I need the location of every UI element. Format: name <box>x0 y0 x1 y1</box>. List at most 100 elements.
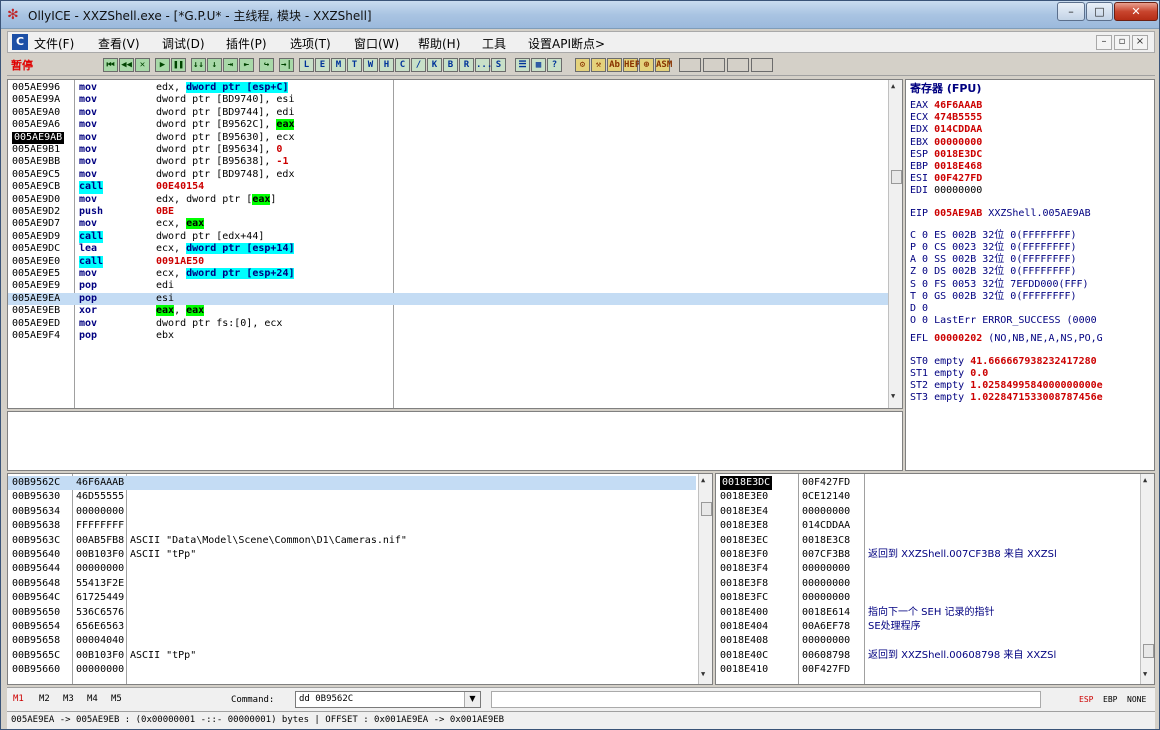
memory-window-button[interactable]: M <box>331 58 346 72</box>
disasm-row[interactable]: 005AE9D9 call dword ptr [edx+44] <box>8 230 888 244</box>
scroll-thumb[interactable] <box>891 170 902 184</box>
dump-row[interactable]: 00B9565C 00B103F0 ASCII "tPp" <box>8 649 696 663</box>
disasm-row[interactable]: 005AE9E9 pop edi <box>8 280 888 292</box>
run-trace-window-button[interactable]: ... <box>475 58 492 72</box>
disasm-row[interactable]: 005AE9E5 mov ecx, dword ptr [esp+24] <box>8 268 888 280</box>
cpu-window-icon[interactable]: C <box>12 34 28 50</box>
scroll-down-icon[interactable]: ▼ <box>891 392 895 400</box>
stack-row[interactable]: 0018E400 0018E614 指向下一个 SEH 记录的指针 <box>716 606 1140 620</box>
stack-row[interactable]: 0018E410 00F427FD <box>716 663 1140 677</box>
step-over-icon[interactable]: ↓ <box>207 58 222 72</box>
register-ecx[interactable]: ECX 474B5555 <box>910 112 982 124</box>
dump-row[interactable]: 00B95658 00004040 <box>8 634 696 648</box>
menu-debug[interactable]: 调试(D) <box>162 35 205 52</box>
call-stack-window-button[interactable]: K <box>427 58 442 72</box>
grid-icon[interactable]: ▦ <box>531 58 546 72</box>
restart-icon[interactable]: ◀◀ <box>119 58 134 72</box>
mark-m1-button[interactable]: M1 <box>13 694 24 704</box>
disassembly-scrollbar[interactable]: ▲ ▼ <box>888 80 902 408</box>
flag-segment-row[interactable]: S 0 FS 0053 32位 7EFDD000(FFF) <box>910 279 1089 291</box>
mdi-close-button[interactable]: × <box>1132 35 1148 50</box>
plugin-target-icon[interactable]: ⊕ <box>639 58 654 72</box>
dump-row[interactable]: 00B95634 00000000 <box>8 505 696 519</box>
esp-toggle[interactable]: ESP <box>1079 695 1093 704</box>
close-button[interactable]: ✕ <box>1114 2 1158 21</box>
register-ebx[interactable]: EBX 00000000 <box>910 137 982 149</box>
register-edi[interactable]: EDI 00000000 <box>910 185 982 197</box>
disasm-row[interactable]: 005AE9E0 call 0091AE50 <box>8 255 888 268</box>
mark-m5-button[interactable]: M5 <box>111 694 122 704</box>
flag-segment-row[interactable]: O 0 LastErr ERROR_SUCCESS (0000 <box>910 315 1097 327</box>
disasm-row[interactable]: 005AE99A mov dword ptr [BD9740], esi <box>8 94 888 106</box>
stack-pane[interactable]: ▲ ▼ 0018E3DC 00F427FD 0018E3E0 0CE12140 0018… <box>715 473 1155 685</box>
registers-pane[interactable]: 寄存器 (FPU) EAX 46F6AAAB ECX 474B5555 EDX 01… <box>905 79 1155 471</box>
flag-segment-row[interactable]: T 0 GS 002B 32位 0(FFFFFFFF) <box>910 291 1077 303</box>
plugin-gear-icon[interactable]: ⚙ <box>575 58 590 72</box>
disasm-row[interactable]: 005AE9B1 mov dword ptr [B95634], 0 <box>8 144 888 156</box>
registers-header[interactable]: 寄存器 (FPU) <box>910 83 981 95</box>
step-into-icon[interactable]: ↓↓ <box>191 58 206 72</box>
stack-scrollbar[interactable]: ▲ ▼ <box>1140 474 1154 684</box>
plugin-hep-icon[interactable]: HEP <box>623 58 640 72</box>
references-window-button[interactable]: R <box>459 58 474 72</box>
stack-row[interactable]: 0018E40C 00608798 返回到 XXZShell.00608798 来自… <box>716 649 1140 663</box>
disasm-row[interactable]: 005AE9C5 mov dword ptr [BD9748], edx <box>8 169 888 181</box>
stack-row[interactable]: 0018E3F8 00000000 <box>716 577 1140 591</box>
scroll-down-icon[interactable]: ▼ <box>701 670 705 678</box>
stack-row[interactable]: 0018E3DC 00F427FD <box>716 476 1140 490</box>
menu-window[interactable]: 窗口(W) <box>354 35 399 52</box>
register-efl[interactable]: EFL 00000202 (NO,NB,NE,A,NS,PO,G <box>910 333 1103 345</box>
mark-m4-button[interactable]: M4 <box>87 694 98 704</box>
scroll-thumb[interactable] <box>701 502 712 516</box>
register-esi[interactable]: ESI 00F427FD <box>910 173 982 185</box>
menu-plugins[interactable]: 插件(P) <box>226 35 267 52</box>
title-bar[interactable]: ✻ OllyICE - XXZShell.exe - [*G.P.U* - 主线… <box>1 1 1159 29</box>
stack-row[interactable]: 0018E3E4 00000000 <box>716 505 1140 519</box>
dump-row[interactable]: 00B95650 536C6576 <box>8 606 696 620</box>
patches-window-button[interactable]: / <box>411 58 426 72</box>
stack-row[interactable]: 0018E3FC 00000000 <box>716 591 1140 605</box>
stack-row[interactable]: 0018E404 00A6EF78 SE处理程序 <box>716 620 1140 634</box>
stack-row[interactable]: 0018E3F4 00000000 <box>716 562 1140 576</box>
plugin-ab-icon[interactable]: Ab <box>607 58 622 72</box>
plugin-asm-icon[interactable]: ASM <box>655 58 672 72</box>
dump-row[interactable]: 00B95660 00000000 <box>8 663 696 677</box>
help-icon[interactable]: ? <box>547 58 562 72</box>
flag-segment-row[interactable]: P 0 CS 0023 32位 0(FFFFFFFF) <box>910 242 1077 254</box>
disasm-row[interactable]: 005AE9AB mov dword ptr [B95630], ecx <box>8 131 888 144</box>
trace-into-icon[interactable]: ⇥ <box>223 58 238 72</box>
disasm-row[interactable]: 005AE9A0 mov dword ptr [BD9744], edi <box>8 107 888 119</box>
menu-view[interactable]: 查看(V) <box>98 35 140 52</box>
cpu-window-button[interactable]: C <box>395 58 410 72</box>
stack-row[interactable]: 0018E3EC 0018E3C8 <box>716 534 1140 548</box>
register-ebp[interactable]: EBP 0018E468 <box>910 161 982 173</box>
disasm-row[interactable]: 005AE9EA pop esi <box>8 292 888 306</box>
breakpoints-window-button[interactable]: B <box>443 58 458 72</box>
disasm-row[interactable]: 005AE9A6 mov dword ptr [B9562C], eax <box>8 119 888 131</box>
disasm-row[interactable]: 005AE996 mov edx, dword ptr [esp+C] <box>8 82 888 94</box>
scroll-thumb[interactable] <box>1143 644 1154 658</box>
stack-row[interactable]: 0018E3E8 014CDDAA <box>716 519 1140 533</box>
scroll-up-icon[interactable]: ▲ <box>891 82 895 90</box>
mark-m3-button[interactable]: M3 <box>63 694 74 704</box>
menu-file[interactable]: 文件(F) <box>34 35 74 52</box>
fpu-register-row[interactable]: ST2 empty 1.0258499584000000000e <box>910 380 1103 392</box>
fpu-register-row[interactable]: ST1 empty 0.0 <box>910 368 988 380</box>
dump-row[interactable]: 00B95654 656E6563 <box>8 620 696 634</box>
menu-options[interactable]: 选项(T) <box>290 35 331 52</box>
dump-row[interactable]: 00B9563C 00AB5FB8 ASCII "Data\Model\Scene\… <box>8 534 696 548</box>
none-toggle[interactable]: NONE <box>1127 695 1146 704</box>
dump-row[interactable]: 00B9562C 46F6AAAB <box>8 476 696 490</box>
trace-over-icon[interactable]: ⇤ <box>239 58 254 72</box>
menu-help[interactable]: 帮助(H) <box>418 35 460 52</box>
dump-row[interactable]: 00B95644 00000000 <box>8 562 696 576</box>
dump-row[interactable]: 00B95630 46D55555 <box>8 490 696 504</box>
dump-row[interactable]: 00B95648 55413F2E <box>8 577 696 591</box>
dump-scrollbar[interactable]: ▲ ▼ <box>698 474 712 684</box>
fpu-register-row[interactable]: ST3 empty 1.0228471533008787456e <box>910 392 1103 404</box>
scroll-down-icon[interactable]: ▼ <box>1143 670 1147 678</box>
chevron-down-icon[interactable]: ▼ <box>464 692 480 707</box>
disasm-row[interactable]: 005AE9ED mov dword ptr fs:[0], ecx <box>8 318 888 330</box>
ebp-toggle[interactable]: EBP <box>1103 695 1117 704</box>
threads-window-button[interactable]: T <box>347 58 362 72</box>
